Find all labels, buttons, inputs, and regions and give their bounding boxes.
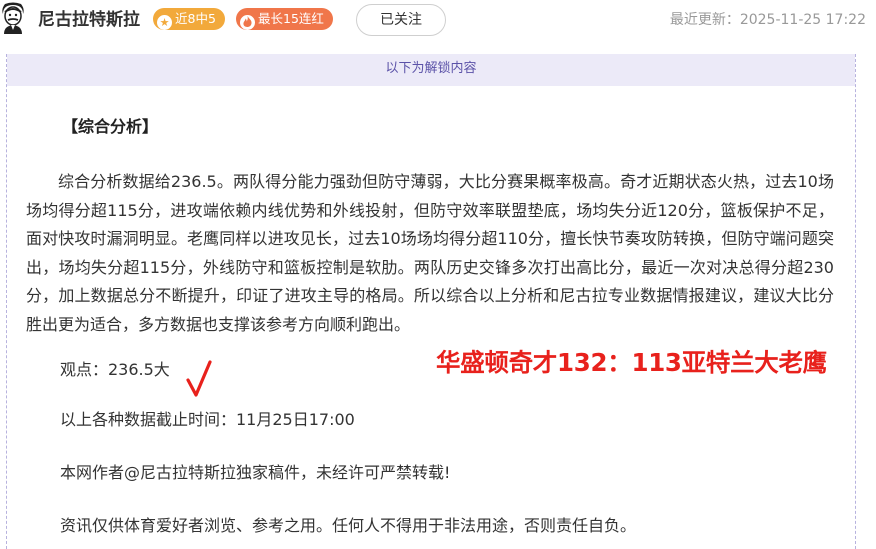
author-name[interactable]: 尼古拉特斯拉	[38, 8, 140, 32]
win-streak-text: 最长15连红	[258, 11, 324, 26]
author-header: 尼古拉特斯拉 ★ 近8中5 最长15连红 已关注 最近更新：2025-11-25 …	[0, 0, 876, 40]
data-cutoff-line: 以上各种数据截止时间：11月25日17:00	[60, 410, 355, 429]
section-title: 【综合分析】	[62, 117, 159, 136]
recent-record-text: 近8中5	[175, 11, 216, 26]
last-update-time: 最近更新：2025-11-25 17:22	[669, 12, 866, 28]
avatar[interactable]	[0, 2, 26, 34]
star-icon: ★	[157, 15, 172, 30]
check-mark-icon	[186, 360, 212, 397]
match-result-annotation: 华盛顿奇才132：113亚特兰大老鹰	[436, 348, 827, 377]
copyright-notice: 本网作者@尼古拉特斯拉独家稿件，未经许可严禁转载!	[60, 463, 451, 482]
recent-record-badge: ★ 近8中5	[153, 8, 225, 30]
unlocked-content-banner: 以下为解锁内容	[7, 54, 855, 86]
analysis-paragraph: 综合分析数据给236.5。两队得分能力强劲但防守薄弱，大比分赛果概率极高。奇才近…	[26, 172, 834, 334]
viewpoint-line: 观点：236.5大	[60, 360, 170, 379]
follow-button[interactable]: 已关注	[356, 4, 446, 36]
flame-icon	[240, 15, 255, 30]
disclaimer-notice: 资讯仅供体育爱好者浏览、参考之用。任何人不得用于非法用途，否则责任自负。	[60, 516, 637, 535]
win-streak-badge: 最长15连红	[236, 8, 333, 30]
